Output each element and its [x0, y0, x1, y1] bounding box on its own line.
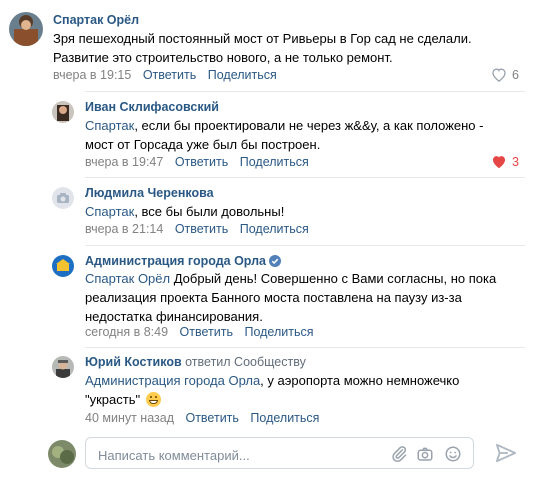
grin-emoji-icon [145, 392, 161, 407]
like-button[interactable]: 6 [491, 67, 519, 82]
mention-link[interactable]: Спартак Орёл [85, 271, 170, 286]
share-button[interactable]: Поделиться [244, 325, 313, 339]
mention-link[interactable]: Спартак [85, 118, 134, 133]
avatar[interactable] [9, 12, 43, 46]
comment-text-line: , у аэропорта можно немножечко [260, 373, 460, 388]
like-count: 3 [512, 154, 519, 169]
share-button[interactable]: Поделиться [240, 222, 309, 236]
comment-text: Зря пешеходный постоянный мост от Ривьер… [53, 29, 513, 67]
comment-time[interactable]: 40 минут назад [85, 411, 174, 425]
comment-meta: сегодня в 8:49 Ответить Поделиться [85, 325, 313, 339]
comment-text-line: Добрый день! Совершенно с Вами согласны,… [170, 271, 497, 286]
like-button[interactable]: 3 [491, 154, 519, 169]
comment-author[interactable]: Людмила Черенкова [85, 186, 214, 200]
reply-button[interactable]: Ответить [180, 325, 233, 339]
heart-icon [492, 68, 506, 82]
comment-input-box [85, 437, 474, 469]
author-name[interactable]: Администрация города Орла [85, 254, 266, 268]
divider [85, 347, 525, 348]
comment-text-line: реализация проекта Банного моста поставл… [85, 290, 462, 305]
comment-text-line: мост от Горсада уже был бы построен. [85, 137, 321, 152]
mention-link[interactable]: Спартак [85, 204, 134, 219]
comment-meta: вчера в 21:14 Ответить Поделиться [85, 222, 309, 236]
comment-time[interactable]: вчера в 19:47 [85, 155, 163, 169]
share-button[interactable]: Поделиться [208, 68, 277, 82]
comment-time[interactable]: сегодня в 8:49 [85, 325, 168, 339]
paperclip-icon[interactable] [390, 445, 408, 463]
current-user-avatar [48, 440, 76, 468]
comment-input[interactable] [96, 444, 380, 466]
avatar[interactable] [52, 255, 74, 277]
comment-text-line: , если бы проектировали не через ж&&у, а… [134, 118, 484, 133]
comment-meta: вчера в 19:15 Ответить Поделиться [53, 68, 277, 82]
comment-author[interactable]: Иван Склифасовский [85, 100, 219, 114]
reply-button[interactable]: Ответить [175, 155, 228, 169]
comment-text-line: , все бы были довольны! [134, 204, 285, 219]
reply-button[interactable]: Ответить [175, 222, 228, 236]
heart-icon [493, 156, 505, 169]
share-button[interactable]: Поделиться [240, 155, 309, 169]
smile-icon[interactable] [444, 445, 462, 463]
comment-meta: 40 минут назад Ответить Поделиться [85, 411, 319, 425]
camera-icon[interactable] [416, 445, 434, 463]
like-count: 6 [512, 67, 519, 82]
comment-meta: вчера в 19:47 Ответить Поделиться [85, 155, 309, 169]
reply-button[interactable]: Ответить [185, 411, 238, 425]
comment-text: Спартак, все бы были довольны! [85, 202, 515, 221]
author-suffix: ответил Сообществу [185, 355, 306, 369]
avatar[interactable] [52, 356, 74, 378]
comment-text: Спартак Орёл Добрый день! Совершенно с В… [85, 269, 525, 326]
author-name[interactable]: Юрий Костиков [85, 355, 182, 369]
comment-text-line: недостатка финансирования. [85, 309, 263, 324]
comment-time[interactable]: вчера в 21:14 [85, 222, 163, 236]
comment-text: Администрация города Орла, у аэропорта м… [85, 371, 525, 409]
avatar[interactable] [52, 187, 74, 209]
divider [85, 91, 525, 92]
comment-time[interactable]: вчера в 19:15 [53, 68, 131, 82]
comment-text-line: "украсть" [85, 392, 141, 407]
comment-author[interactable]: Администрация города Орла [85, 254, 282, 268]
comment-text: Спартак, если бы проектировали не через … [85, 116, 515, 154]
verified-icon [269, 255, 282, 267]
comment-text-line: Зря пешеходный постоянный мост от Ривьер… [53, 31, 472, 46]
share-button[interactable]: Поделиться [250, 411, 319, 425]
send-icon[interactable] [495, 443, 517, 463]
comment-text-line: Развитие это строительство нового, а не … [53, 50, 393, 65]
reply-button[interactable]: Ответить [143, 68, 196, 82]
divider [85, 177, 525, 178]
comment-author[interactable]: Юрий Костиков ответил Сообществу [85, 355, 306, 369]
mention-link[interactable]: Администрация города Орла [85, 373, 260, 388]
avatar[interactable] [52, 101, 74, 123]
divider [85, 245, 525, 246]
comment-author[interactable]: Спартак Орёл [53, 13, 139, 27]
